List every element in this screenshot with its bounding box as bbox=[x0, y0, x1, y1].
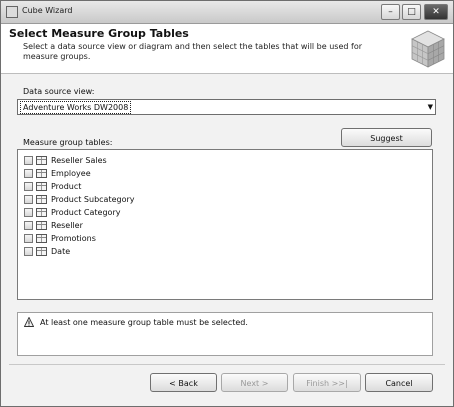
table-icon bbox=[36, 169, 47, 178]
measure-group-tables-label: Measure group tables: bbox=[23, 138, 113, 147]
table-icon bbox=[36, 221, 47, 230]
data-source-view-select[interactable]: Adventure Works DW2008 ▼ bbox=[17, 99, 436, 115]
app-icon bbox=[6, 6, 18, 18]
table-checkbox[interactable] bbox=[24, 247, 33, 256]
table-name: Reseller bbox=[51, 221, 83, 230]
validation-message-panel: At least one measure group table must be… bbox=[17, 312, 433, 356]
data-source-view-value: Adventure Works DW2008 bbox=[20, 101, 132, 114]
table-checkbox[interactable] bbox=[24, 221, 33, 230]
table-icon bbox=[36, 234, 47, 243]
cancel-button[interactable]: Cancel bbox=[365, 373, 433, 392]
table-name: Product Category bbox=[51, 208, 121, 217]
table-icon bbox=[36, 195, 47, 204]
table-name: Employee bbox=[51, 169, 91, 178]
table-name: Date bbox=[51, 247, 71, 256]
table-name: Reseller Sales bbox=[51, 156, 107, 165]
suggest-button[interactable]: Suggest bbox=[341, 128, 432, 147]
page-description: Select a data source view or diagram and… bbox=[23, 42, 362, 61]
close-button[interactable]: ✕ bbox=[424, 4, 448, 20]
table-name: Product bbox=[51, 182, 82, 191]
minimize-button[interactable]: – bbox=[381, 4, 400, 20]
dropdown-arrow-icon[interactable]: ▼ bbox=[428, 103, 433, 111]
maximize-button[interactable]: □ bbox=[402, 4, 421, 20]
title-bar: Cube Wizard – □ ✕ bbox=[1, 1, 453, 24]
cube-icon bbox=[411, 30, 445, 68]
table-checkbox[interactable] bbox=[24, 156, 33, 165]
cube-wizard-window: Cube Wizard – □ ✕ Select Measure Group T… bbox=[0, 0, 454, 407]
table-icon bbox=[36, 182, 47, 191]
table-name: Product Subcategory bbox=[51, 195, 135, 204]
table-name: Promotions bbox=[51, 234, 96, 243]
back-button[interactable]: < Back bbox=[150, 373, 217, 392]
finish-button[interactable]: Finish >>| bbox=[293, 373, 361, 392]
next-button[interactable]: Next > bbox=[221, 373, 288, 392]
table-icon bbox=[36, 156, 47, 165]
page-title: Select Measure Group Tables bbox=[9, 27, 189, 40]
warning-icon bbox=[24, 317, 34, 327]
measure-group-tables-list[interactable]: Reseller Sales Employee Product Product … bbox=[17, 149, 433, 300]
wizard-header: Select Measure Group Tables Select a dat… bbox=[1, 24, 453, 74]
table-checkbox[interactable] bbox=[24, 208, 33, 217]
table-checkbox[interactable] bbox=[24, 234, 33, 243]
table-checkbox[interactable] bbox=[24, 182, 33, 191]
validation-message: At least one measure group table must be… bbox=[40, 318, 248, 327]
table-checkbox[interactable] bbox=[24, 195, 33, 204]
table-icon bbox=[36, 247, 47, 256]
data-source-view-label: Data source view: bbox=[23, 87, 95, 96]
table-icon bbox=[36, 208, 47, 217]
footer-separator bbox=[9, 364, 445, 365]
table-checkbox[interactable] bbox=[24, 169, 33, 178]
window-title: Cube Wizard bbox=[22, 6, 73, 15]
